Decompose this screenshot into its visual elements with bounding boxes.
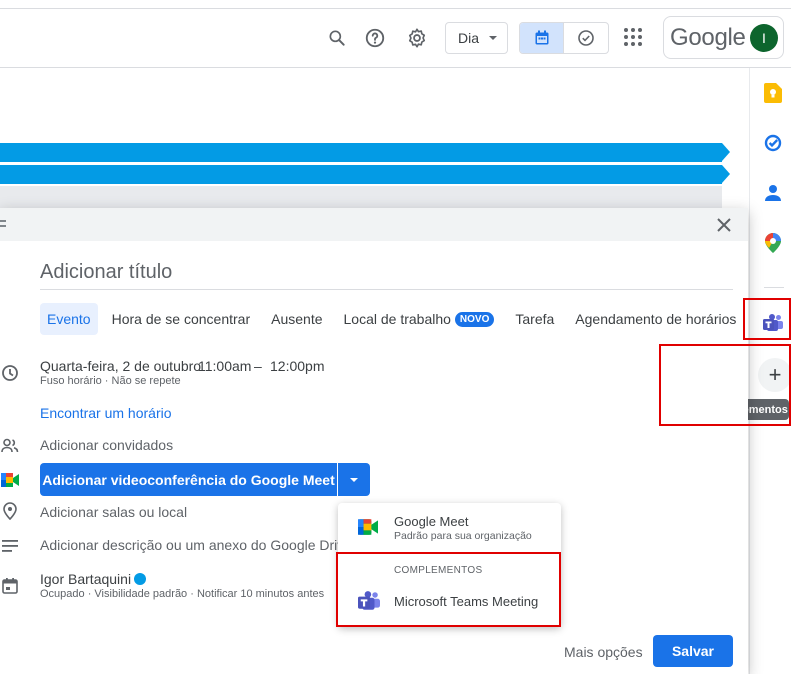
- highlight-box-teams-icon: [743, 298, 791, 340]
- event-title-input[interactable]: [40, 256, 733, 290]
- tab-label: Local de trabalho: [343, 311, 451, 327]
- tab-label: Agendamento de horários: [575, 311, 737, 327]
- google-meet-icon: [358, 519, 378, 540]
- tab-label: Ausente: [271, 311, 323, 327]
- all-day-event-bar[interactable]: [0, 143, 730, 162]
- calendar-icon[interactable]: [520, 23, 565, 53]
- app-header: Dia Google I: [0, 0, 791, 68]
- tasks-icon[interactable]: [762, 132, 784, 154]
- guests-icon: [0, 436, 20, 456]
- help-icon[interactable]: [361, 24, 389, 52]
- tab-evento[interactable]: Evento: [40, 303, 98, 335]
- top-divider: [0, 8, 791, 9]
- add-description-field[interactable]: Adicionar descrição ou um anexo do Googl…: [40, 537, 352, 553]
- contacts-icon[interactable]: [762, 182, 784, 204]
- event-type-tabs: Evento Hora de se concentrar Ausente Loc…: [40, 303, 750, 335]
- chevron-down-icon: [489, 36, 498, 40]
- save-button[interactable]: Salvar: [653, 635, 733, 667]
- view-select-label: Dia: [458, 30, 480, 46]
- calendar-grid-band: [0, 186, 722, 208]
- calendar-owner-name[interactable]: Igor Bartaquini: [40, 571, 131, 587]
- menu-item-google-meet[interactable]: Google Meet Padrão para sua organização: [338, 503, 561, 549]
- tab-agendamento-de-horarios[interactable]: Agendamento de horários: [568, 303, 743, 335]
- google-meet-title: Google Meet: [394, 514, 469, 529]
- settings-icon[interactable]: [403, 24, 431, 52]
- view-select[interactable]: Dia: [445, 22, 508, 54]
- google-logo: Google: [670, 23, 746, 51]
- add-google-meet-button[interactable]: Adicionar videoconferência do Google Mee…: [40, 463, 337, 496]
- new-badge: NOVO: [454, 311, 495, 327]
- event-date[interactable]: Quarta-feira, 2 de outubro: [40, 358, 201, 374]
- add-guests-field[interactable]: Adicionar convidados: [40, 437, 173, 453]
- close-icon[interactable]: [713, 215, 735, 235]
- time-separator: –: [254, 358, 262, 374]
- drag-handle-icon[interactable]: [0, 220, 6, 227]
- clock-icon: [0, 363, 20, 383]
- google-meet-icon: [0, 470, 20, 490]
- calendar-color-dot: [134, 573, 146, 585]
- more-options-button[interactable]: Mais opções: [564, 644, 643, 660]
- add-google-meet-label: Adicionar videoconferência do Google Mee…: [42, 471, 335, 488]
- description-icon: [0, 536, 20, 556]
- tab-label: Hora de se concentrar: [111, 311, 251, 327]
- chevron-down-icon: [350, 477, 358, 482]
- highlight-box-install-addons: [659, 344, 791, 426]
- event-time-start[interactable]: 11:00am: [198, 358, 251, 374]
- keep-icon[interactable]: [762, 82, 784, 104]
- maps-icon[interactable]: [762, 232, 784, 254]
- event-time-end[interactable]: 12:00pm: [270, 358, 324, 374]
- timezone-repeat-text[interactable]: Fuso horário · Não se repete: [40, 375, 181, 387]
- tab-tarefa[interactable]: Tarefa: [508, 303, 561, 335]
- tab-label: Evento: [47, 311, 91, 327]
- owner-status-text[interactable]: Ocupado · Visibilidade padrão · Notifica…: [40, 588, 324, 600]
- side-panel-divider: [764, 287, 784, 288]
- google-meet-subtitle: Padrão para sua organização: [394, 530, 532, 542]
- apps-grid-icon[interactable]: [622, 26, 644, 53]
- location-pin-icon: [0, 501, 20, 521]
- avatar[interactable]: I: [750, 24, 778, 52]
- tab-local-de-trabalho[interactable]: Local de trabalho NOVO: [337, 303, 502, 335]
- dialog-header: [0, 208, 748, 241]
- search-icon[interactable]: [323, 24, 351, 52]
- find-time-link[interactable]: Encontrar um horário: [40, 405, 172, 421]
- account-switcher[interactable]: Google I: [663, 16, 784, 59]
- tasks-check-icon[interactable]: [564, 23, 608, 53]
- all-day-event-bar[interactable]: [0, 165, 730, 184]
- tab-label: Tarefa: [515, 311, 555, 327]
- add-rooms-field[interactable]: Adicionar salas ou local: [40, 504, 187, 520]
- highlight-box-addons-section: [336, 552, 561, 627]
- tab-hora-de-se-concentrar[interactable]: Hora de se concentrar: [105, 303, 258, 335]
- conference-options-dropdown[interactable]: [338, 463, 370, 496]
- tab-ausente[interactable]: Ausente: [264, 303, 329, 335]
- calendar-owner-icon: [0, 576, 20, 596]
- calendar-tasks-toggle: [519, 22, 609, 54]
